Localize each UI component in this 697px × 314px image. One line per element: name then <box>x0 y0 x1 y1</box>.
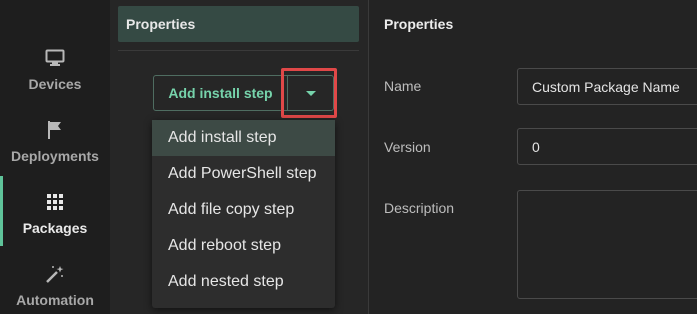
panel-header: Properties <box>118 6 359 42</box>
menu-item-add-nested-step[interactable]: Add nested step <box>152 264 335 300</box>
sidebar-item-label: Packages <box>22 220 88 236</box>
name-label: Name <box>384 78 422 94</box>
menu-item-add-reboot-step[interactable]: Add reboot step <box>152 228 335 264</box>
add-step-dropdown-menu: Add install step Add PowerShell step Add… <box>152 120 335 308</box>
menu-item-add-install-step[interactable]: Add install step <box>152 120 335 156</box>
dropdown-toggle-button[interactable] <box>288 76 333 110</box>
sidebar-item-label: Deployments <box>11 148 99 164</box>
add-step-split-button: Add install step <box>153 75 334 111</box>
version-field[interactable] <box>517 128 697 165</box>
divider <box>118 50 359 51</box>
version-label: Version <box>384 139 431 155</box>
steps-panel: Properties Add install step Add install … <box>110 0 368 314</box>
add-install-step-button[interactable]: Add install step <box>154 76 287 110</box>
sidebar-item-devices[interactable]: Devices <box>0 38 110 106</box>
properties-panel: Properties Name Version Description <box>369 0 697 314</box>
name-field[interactable] <box>517 68 697 105</box>
flag-icon <box>43 118 67 142</box>
magic-wand-icon <box>43 262 67 286</box>
active-indicator <box>0 176 3 246</box>
sidebar-item-packages[interactable]: Packages <box>0 182 110 250</box>
properties-title: Properties <box>384 16 454 32</box>
description-label: Description <box>384 200 455 216</box>
menu-item-add-powershell-step[interactable]: Add PowerShell step <box>152 156 335 192</box>
sidebar-item-deployments[interactable]: Deployments <box>0 110 110 178</box>
grid-icon <box>43 190 67 214</box>
sidebar-item-label: Devices <box>28 76 82 92</box>
menu-item-add-file-copy-step[interactable]: Add file copy step <box>152 192 335 228</box>
description-field[interactable] <box>517 190 697 299</box>
sidebar: Devices Deployments Packages Automation <box>0 0 110 314</box>
sidebar-item-automation[interactable]: Automation <box>0 254 110 314</box>
caret-down-icon <box>305 90 316 96</box>
sidebar-item-label: Automation <box>16 292 94 308</box>
monitor-icon <box>43 46 67 70</box>
